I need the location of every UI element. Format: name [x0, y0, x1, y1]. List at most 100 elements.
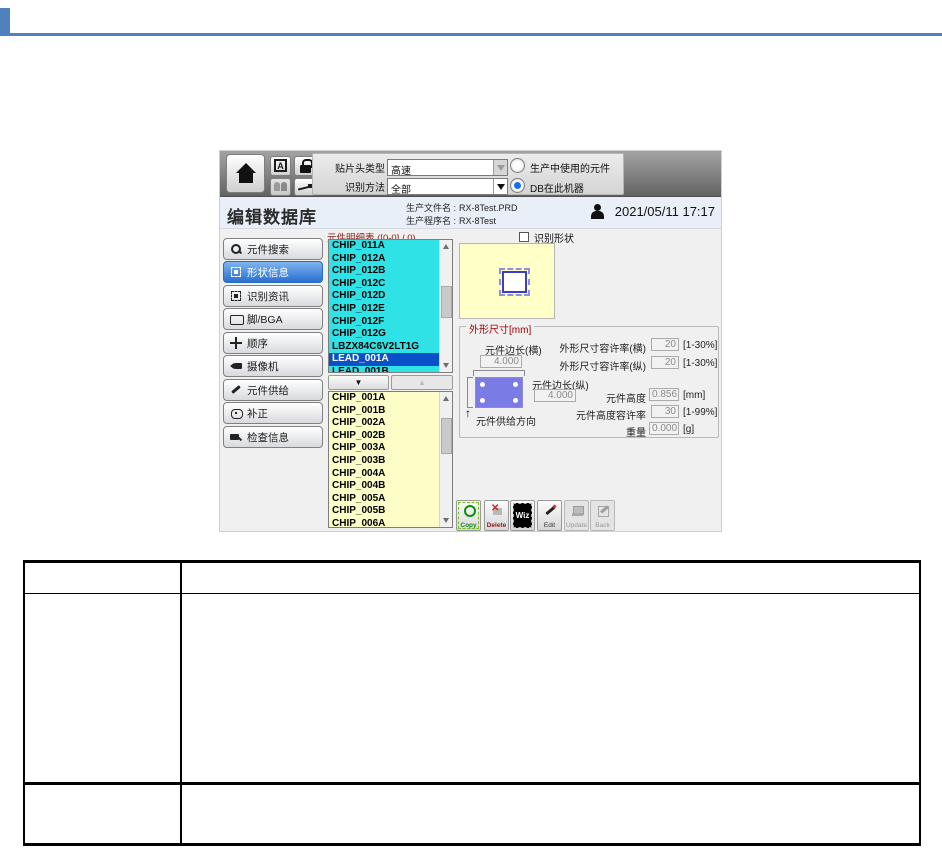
scrollbar[interactable]: [439, 392, 452, 527]
sidebar-item-label: 检查信息: [247, 430, 289, 445]
weight-unit: [g]: [683, 424, 694, 435]
list-item[interactable]: CHIP_012D: [329, 290, 441, 303]
heading-accent-bar: [0, 8, 10, 36]
sidebar-item-sequence[interactable]: 顺序: [223, 332, 323, 354]
inspection-icon: [230, 431, 242, 443]
boxed-a-icon: A: [274, 159, 287, 172]
list-item[interactable]: CHIP_004B: [329, 480, 441, 493]
scrollbar-thumb[interactable]: [441, 286, 452, 318]
tolerance-v-range: [1-30%]: [683, 358, 717, 369]
shape-preview: [459, 243, 555, 319]
auto-mode-button[interactable]: A: [270, 156, 291, 176]
list-item[interactable]: LEAD_001B: [329, 366, 441, 373]
wizard-icon: Wiz: [513, 503, 532, 528]
corner-dot: [480, 398, 485, 403]
tolerance-v-label: 外形尺寸容许率(纵): [559, 358, 646, 373]
sidebar-item-label: 顺序: [247, 336, 268, 351]
parts-list-lower[interactable]: CHIP_001A CHIP_001B CHIP_002A CHIP_002B …: [328, 391, 453, 528]
list-item[interactable]: CHIP_001B: [329, 405, 441, 418]
list-item[interactable]: CHIP_002B: [329, 430, 441, 443]
list-item[interactable]: CHIP_012F: [329, 316, 441, 329]
tolerance-h-field: 20: [651, 338, 679, 351]
radio-production-parts[interactable]: [510, 158, 525, 173]
sidebar-item-label: 形状信息: [247, 265, 289, 280]
sidebar-item-label: 元件供给: [247, 383, 289, 398]
scroll-up-icon[interactable]: [441, 393, 452, 404]
sidebar-item-recognition-info[interactable]: 识别资讯: [223, 285, 323, 307]
title-bar: 编辑数据库 生产文件名 :RX-8Test.PRD 生产程序名 :RX-8Tes…: [220, 197, 721, 229]
tolerance-v-field: 20: [651, 356, 679, 369]
list-item[interactable]: CHIP_002A: [329, 417, 441, 430]
list-item[interactable]: LBZX84C6V2LT1G: [329, 341, 441, 354]
page-title: 编辑数据库: [227, 203, 317, 228]
wizard-button[interactable]: Wiz: [510, 500, 535, 531]
head-type-dropdown[interactable]: 高速: [387, 159, 508, 176]
part-height-unit: [mm]: [683, 390, 705, 401]
list-item[interactable]: CHIP_003B: [329, 455, 441, 468]
shape-icon: [230, 266, 242, 278]
list-item[interactable]: CHIP_004A: [329, 468, 441, 481]
list-item[interactable]: CHIP_012C: [329, 278, 441, 291]
scroll-up-icon[interactable]: [441, 241, 452, 252]
corner-dot: [513, 382, 518, 387]
scrollbar-thumb[interactable]: [441, 418, 452, 454]
back-icon: [597, 504, 610, 517]
scroll-down-icon[interactable]: [441, 360, 452, 371]
list-item[interactable]: CHIP_011A: [329, 240, 441, 253]
list-item[interactable]: CHIP_012G: [329, 328, 441, 341]
app-header: A 贴片头类型 高速 识别方法 全部 生产中使用的元件 DB在此机器: [220, 151, 721, 197]
list-item[interactable]: CHIP_006A: [329, 518, 441, 528]
supply-direction-arrow-icon: ↑: [465, 406, 471, 420]
table-row-divider: [25, 782, 919, 785]
list-item[interactable]: CHIP_012E: [329, 303, 441, 316]
copy-button[interactable]: Copy: [456, 500, 481, 531]
sidebar-item-shape-info[interactable]: 形状信息: [223, 261, 323, 283]
user-icon[interactable]: [590, 204, 606, 220]
delete-button[interactable]: Delete: [484, 500, 509, 531]
feeder-icon: [230, 384, 242, 396]
search-icon: [230, 243, 242, 255]
recognize-shape-checkbox[interactable]: [519, 232, 529, 242]
height-tolerance-field: 30: [651, 405, 679, 418]
sidebar-item-inspection-info[interactable]: 检查信息: [223, 426, 323, 448]
height-tolerance-range: [1-99%]: [683, 407, 717, 418]
list-item[interactable]: CHIP_003A: [329, 442, 441, 455]
list-item[interactable]: CHIP_001A: [329, 392, 441, 405]
datetime: 2021/05/11 17:17: [615, 204, 715, 219]
sidebar-item-label: 脚/BGA: [247, 312, 283, 327]
production-program-label: 生产程序名 :: [406, 216, 456, 226]
production-program-line: 生产程序名 :RX-8Test: [406, 214, 496, 227]
heading-rule: [10, 33, 942, 36]
parts-list-upper[interactable]: CHIP_011A CHIP_012A CHIP_012B CHIP_012C …: [328, 239, 453, 373]
table-column-divider: [180, 563, 182, 843]
move-down-button[interactable]: ▼: [328, 375, 389, 390]
sidebar-item-pin-bga[interactable]: 脚/BGA: [223, 308, 323, 330]
radio-db-label: DB在此机器: [530, 180, 584, 195]
update-button: Update: [564, 500, 589, 531]
recog-method-dropdown[interactable]: 全部: [387, 178, 508, 195]
list-item[interactable]: CHIP_012B: [329, 265, 441, 278]
connection-icon: [298, 184, 312, 192]
sidebar-item-camera[interactable]: 摄像机: [223, 355, 323, 377]
chip-outline-icon: [230, 313, 242, 325]
sidebar-item-part-supply[interactable]: 元件供给: [223, 379, 323, 401]
radio-db-machine[interactable]: [510, 178, 525, 193]
sidebar-item-label: 元件搜索: [247, 242, 289, 257]
list-item-selected[interactable]: LEAD_001A: [329, 353, 441, 366]
measure-line-vertical: [467, 377, 473, 408]
list-item[interactable]: CHIP_005B: [329, 505, 441, 518]
tolerance-h-range: [1-30%]: [683, 340, 717, 351]
edit-button[interactable]: Edit: [537, 500, 562, 531]
list-item[interactable]: CHIP_012A: [329, 253, 441, 266]
side-length-h-field: 4.000: [480, 355, 522, 368]
home-button[interactable]: [226, 154, 265, 193]
supply-direction-label: 元件供给方向: [476, 413, 536, 428]
move-up-button: ▲: [391, 375, 453, 390]
list-item[interactable]: CHIP_005A: [329, 493, 441, 506]
scrollbar[interactable]: [439, 240, 452, 372]
sidebar-item-correction[interactable]: 补正: [223, 402, 323, 424]
chevron-down-icon: [493, 179, 507, 194]
filter-panel: 贴片头类型 高速 识别方法 全部 生产中使用的元件 DB在此机器: [312, 153, 624, 195]
sidebar-item-part-search[interactable]: 元件搜索: [223, 238, 323, 260]
scroll-down-icon[interactable]: [441, 515, 452, 526]
